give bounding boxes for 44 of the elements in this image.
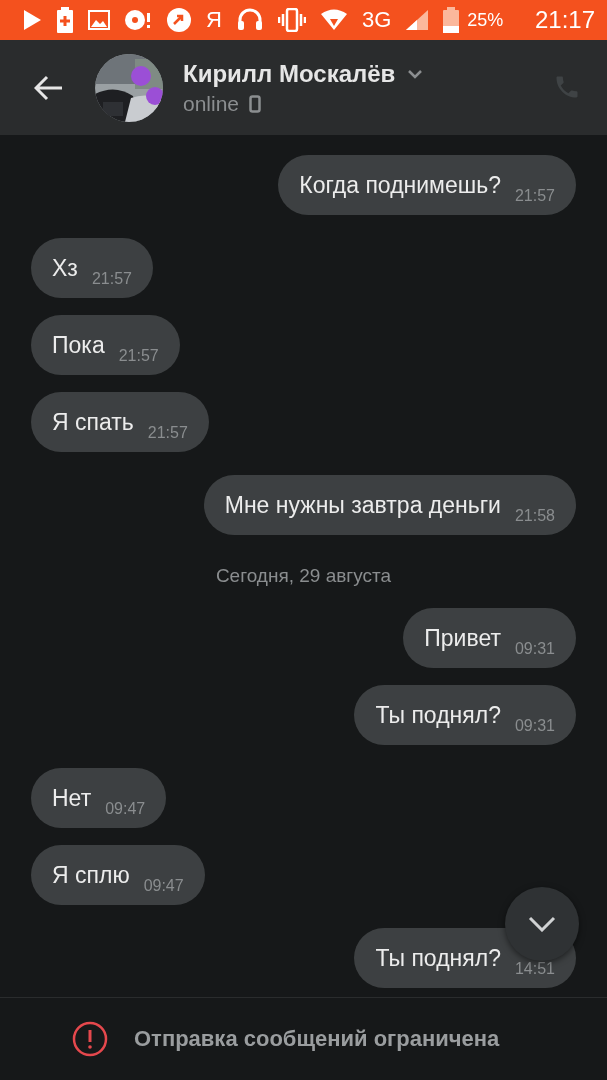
message-text: Когда поднимешь?	[299, 171, 501, 199]
message-time: 09:31	[514, 640, 555, 658]
image-icon	[88, 10, 110, 30]
contact-name[interactable]: Кирилл Москалёв	[183, 59, 396, 88]
scroll-down-button[interactable]	[505, 887, 579, 961]
message-text: Мне нужны завтра деньги	[224, 491, 501, 519]
back-arrow-icon[interactable]	[34, 74, 64, 101]
arrow-badge-icon	[166, 7, 192, 33]
message-time: 21:57	[91, 270, 132, 288]
battery-icon	[443, 7, 460, 33]
presence-status: online	[183, 91, 240, 116]
message-text: Привет	[424, 624, 501, 652]
battery-plus-icon	[56, 7, 74, 33]
message-text: Ты поднял?	[375, 701, 501, 729]
message-text: Ты поднял?	[375, 944, 501, 972]
mobile-phone-icon	[249, 94, 262, 113]
message-text: Я спать	[52, 408, 134, 436]
message-time: 09:31	[514, 717, 555, 735]
vibrate-icon	[277, 8, 306, 32]
headset-icon	[235, 7, 264, 33]
clock: 21:17	[534, 6, 595, 34]
message-text: Я сплю	[52, 861, 130, 889]
chevron-down-icon	[528, 916, 556, 932]
message-time: 21:58	[514, 507, 555, 525]
disc-icon	[124, 8, 152, 32]
date-separator: Сегодня, 29 августа	[214, 564, 393, 588]
chevron-down-icon[interactable]	[407, 68, 424, 79]
message-time: 09:47	[143, 877, 184, 895]
message-text: Хз	[52, 254, 78, 282]
message-time: 21:57	[514, 187, 555, 205]
play-icon	[22, 9, 42, 31]
status-glyph: Я	[206, 7, 222, 33]
message-text: Нет	[52, 784, 92, 812]
restriction-message: Отправка сообщений ограничена	[134, 1026, 500, 1052]
message-time: 14:51	[514, 960, 555, 978]
warning-icon	[72, 1021, 108, 1057]
message-text: Пока	[52, 331, 105, 359]
wifi-icon	[319, 9, 348, 31]
message-time: 09:47	[105, 800, 146, 818]
message-time: 21:57	[147, 424, 188, 442]
battery-percent: 25%	[467, 9, 504, 31]
message-time: 21:57	[118, 347, 159, 365]
signal-icon	[405, 9, 430, 31]
network-type: 3G	[361, 7, 392, 33]
